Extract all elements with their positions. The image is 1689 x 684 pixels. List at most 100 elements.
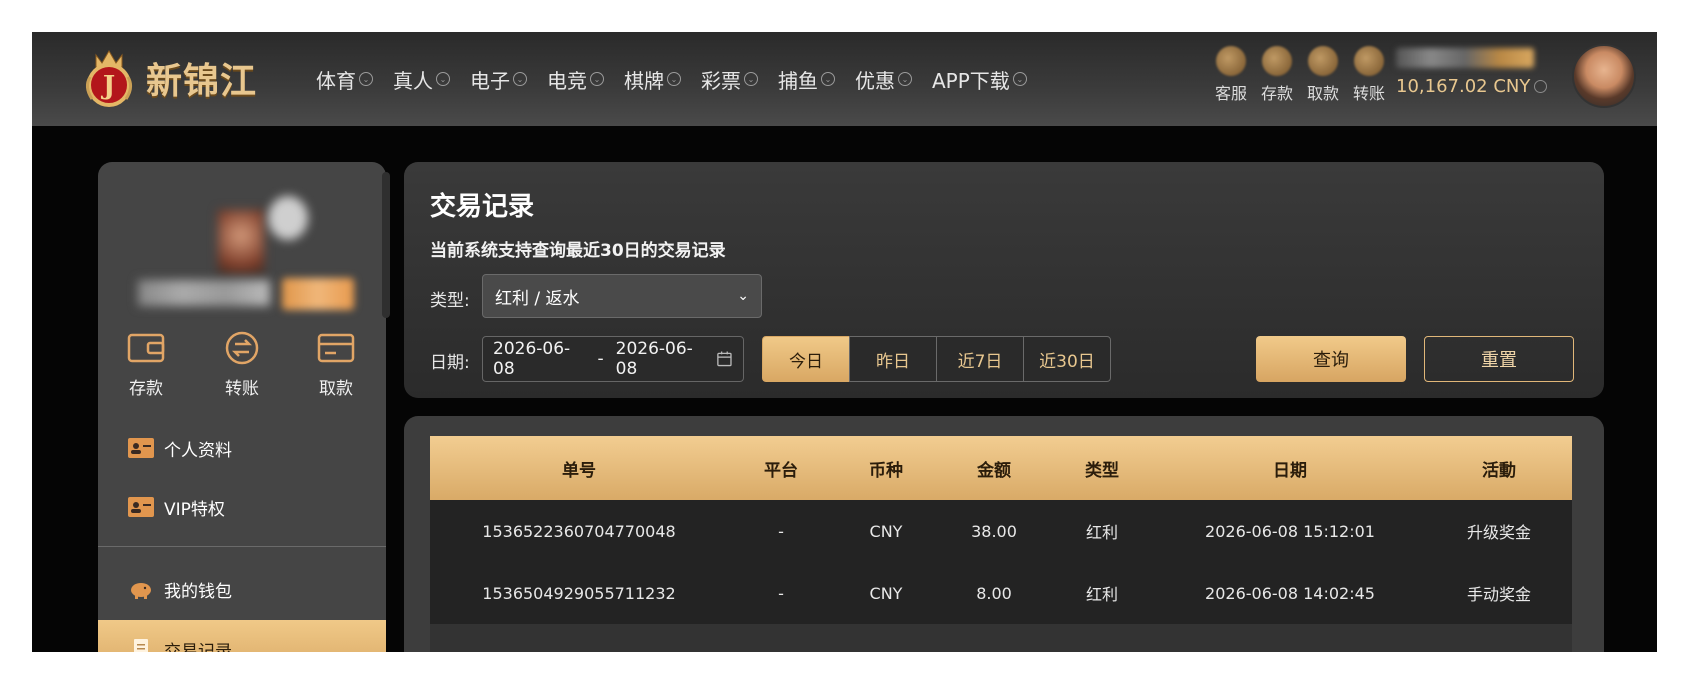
chevron-down-icon: ⌄	[898, 72, 912, 86]
column-header: 日期	[1273, 460, 1307, 481]
nav-item-live[interactable]: 真人 ⌄	[393, 60, 450, 98]
nav-label: APP下载	[932, 68, 1010, 93]
search-button[interactable]: 查询	[1256, 336, 1406, 382]
date-label: 日期:	[430, 353, 470, 373]
query-panel: 交易记录 当前系统支持查询最近30日的交易记录 类型: 红利 / 返水 ⌄ 日期…	[404, 162, 1604, 398]
quick-customer-service[interactable]: 客服	[1208, 46, 1254, 104]
deposit-icon	[1262, 46, 1292, 76]
svg-text:J: J	[101, 71, 115, 101]
type-select[interactable]: 红利 / 返水 ⌄	[482, 274, 762, 318]
chevron-down-icon: ⌄	[737, 288, 749, 304]
nav-label: 彩票	[701, 68, 741, 93]
chevron-down-icon: ⌄	[667, 72, 681, 86]
card-icon	[317, 333, 355, 363]
transactions-table: 单号 平台 币种 金额 类型 日期 活動 1536522360704770048…	[430, 436, 1572, 652]
date-separator: -	[597, 349, 604, 369]
type-select-value: 红利 / 返水	[495, 288, 580, 309]
withdraw-icon	[1308, 46, 1338, 76]
column-header: 金额	[977, 460, 1011, 481]
chevron-down-icon: ⌄	[1012, 72, 1027, 86]
sidebar-withdraw[interactable]: 取款	[306, 330, 366, 399]
quick-label: 转账	[1352, 84, 1385, 103]
cell-platform: -	[778, 583, 784, 603]
date-range-shortcuts: 今日 昨日 近7日 近30日	[762, 336, 1111, 382]
quick-withdraw[interactable]: 取款	[1300, 46, 1346, 104]
nav-item-esports[interactable]: 电竞 ⌄	[547, 60, 604, 98]
cell-activity: 手动奖金	[1466, 585, 1531, 604]
chevron-down-icon: ⌄	[821, 72, 835, 86]
chevron-down-icon: ⌄	[359, 72, 373, 86]
sidebar-transfer[interactable]: 转账	[212, 330, 272, 399]
cell-currency: CNY	[869, 521, 903, 541]
headset-icon	[1216, 46, 1246, 76]
nav-item-app-download[interactable]: APP下载 ⌄	[932, 60, 1027, 98]
wallet-action-label: 取款	[319, 379, 353, 399]
page-title: 交易记录	[430, 192, 535, 222]
nav-label: 棋牌	[624, 68, 664, 93]
date-range-input[interactable]: 2026-06-08 - 2026-06-08	[482, 336, 744, 382]
nav-label: 优惠	[855, 68, 895, 93]
cell-amount: 38.00	[971, 521, 1017, 541]
document-icon	[134, 639, 148, 652]
nav-label: 电竞	[547, 68, 587, 93]
nav-label: 体育	[316, 68, 356, 93]
range-yesterday-button[interactable]: 昨日	[849, 336, 937, 382]
brand-name: 新锦江	[146, 61, 258, 102]
header-avatar[interactable]	[1572, 44, 1636, 108]
nav-item-slots[interactable]: 电子 ⌄	[470, 60, 527, 98]
quick-label: 客服	[1214, 84, 1247, 103]
username-blurred	[138, 280, 270, 306]
range-30days-button[interactable]: 近30日	[1023, 336, 1111, 382]
chevron-down-icon: ⌄	[590, 72, 604, 86]
nav-item-fishing[interactable]: 捕鱼 ⌄	[778, 60, 835, 98]
transfer-icon	[1354, 46, 1384, 76]
nav-label: 电子	[470, 68, 510, 93]
user-sidebar: 存款 转账 取款 个人资料 VIP特权 我的钱包 交易记录	[98, 162, 386, 652]
range-7days-button[interactable]: 近7日	[936, 336, 1024, 382]
sidebar-item-label: 交易记录	[164, 641, 232, 653]
nav-item-promotions[interactable]: 优惠 ⌄	[855, 60, 912, 98]
nav-label: 捕鱼	[778, 68, 818, 93]
sidebar-item-label: VIP特权	[164, 499, 225, 520]
nav-item-sports[interactable]: 体育 ⌄	[316, 60, 373, 98]
cell-order-id: 1536522360704770048	[482, 521, 676, 541]
nav-item-cards[interactable]: 棋牌 ⌄	[624, 60, 681, 98]
nav-item-lottery[interactable]: 彩票 ⌄	[701, 60, 758, 98]
brand-logo[interactable]: J 新锦江	[78, 42, 257, 114]
table-row-partial	[430, 624, 1572, 652]
sidebar-item-wallet[interactable]: 我的钱包	[98, 560, 386, 618]
quick-deposit[interactable]: 存款	[1254, 46, 1300, 104]
account-balance: 10,167.02 CNY	[1396, 76, 1548, 97]
app-frame: J 新锦江 体育 ⌄ 真人 ⌄ 电子 ⌄ 电竞 ⌄ 棋牌 ⌄ 彩票 ⌄ 捕鱼 ⌄ 优惠 ⌄ AP…	[32, 32, 1657, 652]
column-header: 平台	[764, 460, 798, 481]
sidebar-item-profile[interactable]: 个人资料	[98, 419, 386, 477]
reset-button[interactable]: 重置	[1424, 336, 1574, 382]
piggy-bank-icon	[131, 583, 151, 599]
top-header: J 新锦江 体育 ⌄ 真人 ⌄ 电子 ⌄ 电竞 ⌄ 棋牌 ⌄ 彩票 ⌄ 捕鱼 ⌄ 优惠 ⌄ AP…	[32, 32, 1657, 126]
quick-actions: 客服 存款 取款 转账	[1208, 46, 1392, 104]
column-header: 活動	[1482, 460, 1516, 481]
table-header: 单号 平台 币种 金额 类型 日期 活動	[430, 436, 1572, 500]
calendar-icon	[717, 351, 732, 367]
quick-label: 存款	[1260, 84, 1293, 103]
date-from: 2026-06-08	[493, 339, 571, 379]
nav-label: 真人	[393, 68, 433, 93]
date-to: 2026-06-08	[615, 339, 693, 379]
cell-type: 红利	[1085, 523, 1118, 542]
range-today-button[interactable]: 今日	[762, 336, 850, 382]
user-avatar-blurred[interactable]	[208, 196, 318, 278]
balance-value: 10,167.02 CNY	[1396, 76, 1531, 97]
sidebar-item-transactions[interactable]: 交易记录	[98, 620, 386, 652]
quick-transfer[interactable]: 转账	[1346, 46, 1392, 104]
column-header: 单号	[562, 460, 596, 481]
sidebar-deposit[interactable]: 存款	[116, 330, 176, 399]
cell-activity: 升级奖金	[1466, 523, 1531, 542]
transfer-circle-icon	[225, 331, 259, 365]
sidebar-scrollbar[interactable]	[382, 172, 390, 318]
chevron-down-icon: ⌄	[744, 72, 758, 86]
account-name-blurred	[1396, 48, 1534, 68]
sidebar-item-label: 个人资料	[164, 440, 232, 461]
crown-shield-icon: J	[78, 47, 140, 109]
account-summary[interactable]: 10,167.02 CNY	[1396, 48, 1548, 97]
sidebar-item-vip[interactable]: VIP特权	[98, 478, 386, 536]
